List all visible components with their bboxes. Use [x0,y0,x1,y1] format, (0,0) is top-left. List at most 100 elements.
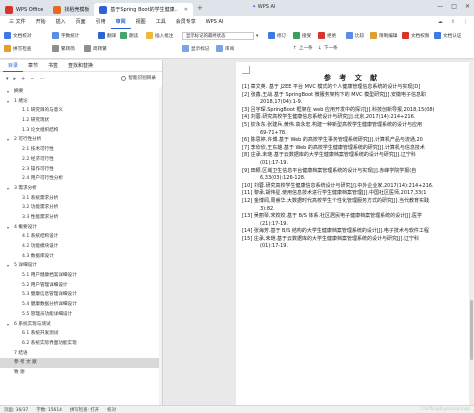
tab-template[interactable]: 找稻壳模板 [48,3,94,16]
chevron-down-icon[interactable]: ▾ [7,184,9,194]
menu-tools[interactable]: 工具 [151,16,171,29]
nav-tab-bookmark[interactable]: 书签 [43,60,63,72]
toc-item[interactable]: 2.1 技术可行性 [0,145,162,155]
menu-view[interactable]: 视图 [131,16,151,29]
permission-icon [402,32,409,39]
track-changes-button[interactable]: 修订 [268,32,286,39]
translate-button[interactable]: 翻译 [98,32,116,39]
toc-item[interactable]: 4.2 功能模块设计 [0,242,162,252]
toc-item[interactable]: 6.1 系统开发测试 [0,329,162,339]
toc-item[interactable]: 4.3 数据库设计 [0,252,162,262]
word-count-button[interactable]: 字数统计 [52,32,79,39]
remove-heading-icon[interactable]: − [30,76,34,82]
toc-item[interactable]: 致 谢 [0,368,162,378]
chevron-down-icon[interactable]: ▾ [7,87,9,97]
show-markup-button[interactable]: 显示标记 [182,45,209,52]
toc-item[interactable]: 1.1 研究目的与意义 [0,106,162,116]
toc-item[interactable]: ▾ 5 详细设计 [0,261,162,271]
compare-button[interactable]: 比较 [346,32,364,39]
menu-member[interactable]: 会员专享 [171,16,201,29]
toc-item[interactable]: ▾ 2 可行性分析 [0,135,162,145]
toc-item[interactable]: 2.4 用户可行性分析 [0,174,162,184]
read-aloud-button[interactable]: 朗读 [120,32,138,39]
toc-item[interactable]: 1.3 论文组织结构 [0,126,162,136]
menu-page[interactable]: 页面 [71,16,91,29]
nav-tab-chapter[interactable]: 章节 [23,60,43,72]
toc-item-label: 3.3 性能需求分析 [22,214,59,220]
tab-document[interactable]: 基于Spring Boot的学生健康.. ✕ [94,3,193,16]
menu-wps-ai[interactable]: WPS AI [201,16,229,29]
spell-check-button[interactable]: 拼写检查 [4,45,31,52]
document-page[interactable]: 参 考 文 献 [1] 章文英. 基于 J2EE 平台 MVC 模式的个人健康管… [236,62,474,405]
menu-insert[interactable]: 插入 [51,16,71,29]
reject-button[interactable]: 拒绝 [318,32,336,39]
accept-button[interactable]: 接受 [293,32,311,39]
new-tab-icon[interactable]: + [197,4,203,12]
toc-item[interactable]: 2.2 经济可行性 [0,155,162,165]
cloud-icon[interactable]: ☁ [438,19,443,25]
menu-home[interactable]: 开始 [31,16,51,29]
chevron-down-icon[interactable]: ▾ [7,97,9,107]
chevron-down-icon[interactable]: ▾ [7,223,9,233]
collapse-icon[interactable]: ▾ [6,76,9,82]
toc-item[interactable]: 5.2 用户管理详细设计 [0,281,162,291]
proof-indicator[interactable]: 校对 [107,407,116,413]
previous-button[interactable]: ↑ 上一条 [293,45,313,52]
chevron-down-icon[interactable]: ▾ [7,261,9,271]
toc-item[interactable]: ▾ 6 系统实现与测试 [0,320,162,330]
chevron-down-icon[interactable]: ▾ [7,320,9,330]
markup-view-select[interactable]: 显示标记的最终状态 ▾ [182,32,258,40]
maximize-icon[interactable]: □ [451,3,457,10]
toc-item-label: 2 可行性分析 [14,137,42,143]
doc-certify-button[interactable]: 文档认证 [434,32,461,39]
toc-item[interactable]: 5.3 健康信息管理详细设计 [0,290,162,300]
toc-item[interactable]: 3.2 功能需求分析 [0,203,162,213]
more-icon[interactable]: ⋮ [463,19,468,25]
nav-tab-find-replace[interactable]: 查找和替换 [63,60,98,72]
toc-item[interactable]: 5.5 管理员功能详细设计 [0,310,162,320]
chevron-down-icon[interactable]: ▾ [7,135,9,145]
toc-item[interactable]: 参 考 文 献 [0,358,162,368]
toc-item[interactable]: ▾ 1 绪论 [0,97,162,107]
nav-tab-toc[interactable]: 目录 [3,60,24,72]
scrollbar-thumb[interactable] [470,300,473,360]
toc-item[interactable]: ▾ 3 需求分析 [0,184,162,194]
page-indicator[interactable]: 页面: 36/37 [4,407,28,413]
more-options-icon[interactable]: ⋯ [39,76,44,82]
toc-item[interactable]: 3.1 系统需求分析 [0,194,162,204]
nav-scrollbar[interactable] [159,87,162,405]
toc-item[interactable]: 6.2 系统实际界面功能实现 [0,339,162,349]
insert-comment-button[interactable]: 插入批注 [146,32,173,39]
close-window-icon[interactable]: ✕ [465,3,470,10]
trad-to-simp-button[interactable]: 繁转简 [52,45,75,52]
restrict-edit-button[interactable]: 限制编辑 [370,32,397,39]
expand-icon[interactable]: ▸ [14,76,17,82]
menu-file[interactable]: 三 文件 [4,16,31,29]
toc-item[interactable]: 4.1 系统结构设计 [0,232,162,242]
toc-item[interactable]: ▾ 4 概要设计 [0,223,162,233]
add-heading-icon[interactable]: + [21,76,25,82]
simp-to-trad-button[interactable]: 简转繁 [84,45,107,52]
tab-wps-office[interactable]: WPS Office [0,3,48,16]
toc-item[interactable]: 7 结语 [0,349,162,359]
spell-check-indicator[interactable]: 拼写检查: 打开 [70,407,99,413]
proofread-button[interactable]: 文档校对 [4,32,31,39]
toc-item[interactable]: 2.3 操作可行性 [0,165,162,175]
close-tab-icon[interactable]: ✕ [184,7,188,13]
wps-ai-button[interactable]: ✦ WPS AI [252,4,275,10]
toc-item[interactable]: 1.2 研究现状 [0,116,162,126]
toc-item[interactable]: ▾ 摘要 [0,87,162,97]
document-scrollbar[interactable] [469,60,474,405]
toc-item[interactable]: 3.3 性能需求分析 [0,213,162,223]
minimize-icon[interactable]: — [437,3,443,10]
doc-permission-button[interactable]: 文档权限 [402,32,429,39]
smart-toc-button[interactable]: 智能识别目录 [121,75,156,81]
toc-item[interactable]: 5.1 用户健康档案详细设计 [0,271,162,281]
review-pane-button[interactable]: 审阅 [216,45,234,52]
word-count-indicator[interactable]: 字数: 15614 [36,407,62,413]
menu-reference[interactable]: 引用 [91,16,111,29]
next-button[interactable]: ↓ 下一条 [318,45,338,52]
share-icon[interactable]: ⇪ [451,19,455,25]
menu-review[interactable]: 审阅 [110,16,131,29]
toc-item[interactable]: 5.4 健康数据分析详细设计 [0,300,162,310]
